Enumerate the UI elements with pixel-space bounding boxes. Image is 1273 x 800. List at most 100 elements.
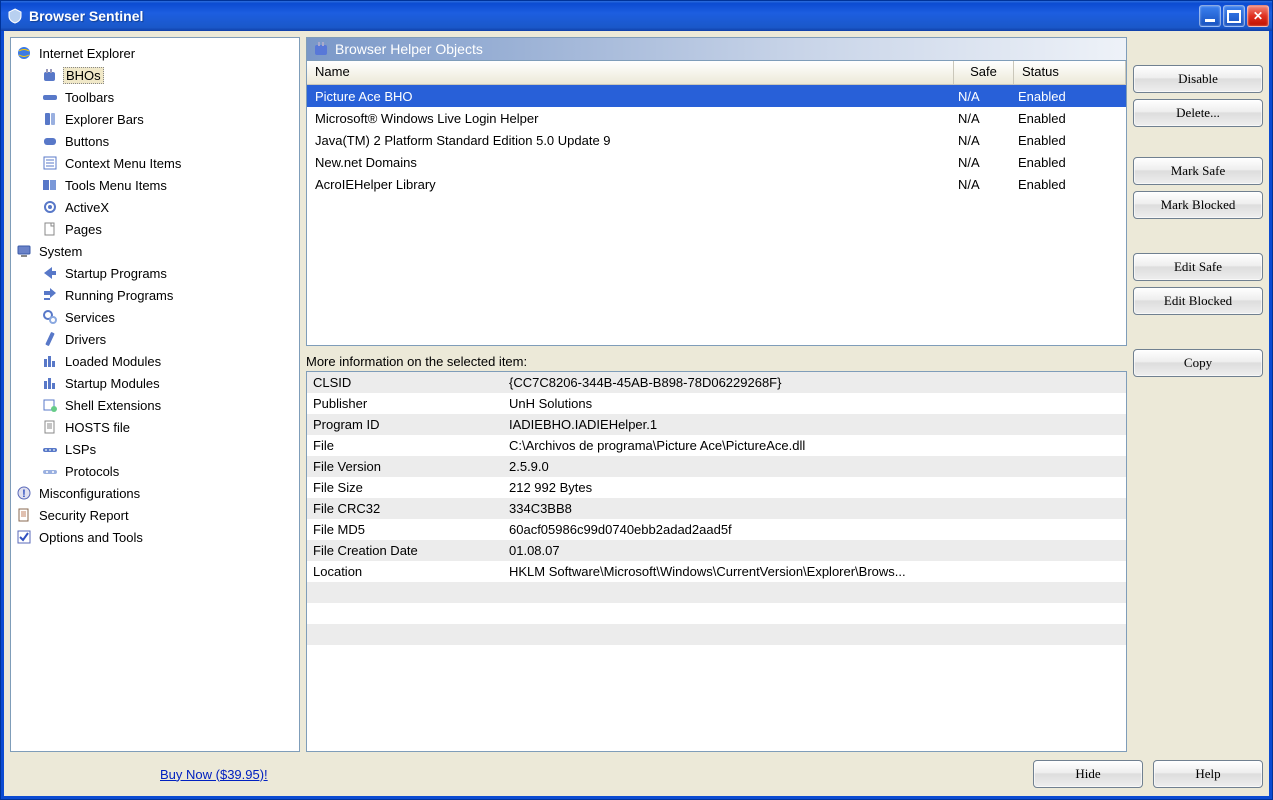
cell-safe: N/A <box>954 89 1014 104</box>
list-row[interactable]: Microsoft® Windows Live Login HelperN/AE… <box>307 107 1126 129</box>
mark-safe-button[interactable]: Mark Safe <box>1133 157 1263 185</box>
shellext-icon <box>41 397 59 413</box>
computer-icon <box>15 243 33 259</box>
tree-misconfigurations[interactable]: ! Misconfigurations <box>13 482 297 504</box>
loadedmod-icon <box>41 353 59 369</box>
navigation-tree[interactable]: Internet Explorer BHOs Toolbars Explorer B… <box>10 37 300 752</box>
activex-icon <box>41 199 59 215</box>
info-row[interactable]: File Version2.5.9.0 <box>307 456 1126 477</box>
tree-item-running[interactable]: Running Programs <box>13 284 297 306</box>
cell-status: Enabled <box>1014 111 1126 126</box>
tree-label: Startup Modules <box>63 376 162 391</box>
list-row[interactable]: AcroIEHelper LibraryN/AEnabled <box>307 173 1126 195</box>
contextmenu-icon <box>41 155 59 171</box>
tree-label: Buttons <box>63 134 111 149</box>
delete-button[interactable]: Delete... <box>1133 99 1263 127</box>
services-icon <box>41 309 59 325</box>
tree-label: Pages <box>63 222 104 237</box>
lsps-icon <box>41 441 59 457</box>
app-window: Browser Sentinel Internet Explorer BHOs T… <box>0 0 1273 800</box>
tree-label: Startup Programs <box>63 266 169 281</box>
info-row[interactable]: CLSID{CC7C8206-344B-45AB-B898-78D0622926… <box>307 372 1126 393</box>
info-value: {CC7C8206-344B-45AB-B898-78D06229268F} <box>505 375 1126 390</box>
maximize-button[interactable] <box>1223 5 1245 27</box>
tree-item-pages[interactable]: Pages <box>13 218 297 240</box>
disable-button[interactable]: Disable <box>1133 65 1263 93</box>
titlebar: Browser Sentinel <box>1 1 1272 31</box>
hide-button[interactable]: Hide <box>1033 760 1143 788</box>
minimize-button[interactable] <box>1199 5 1221 27</box>
tree-label: LSPs <box>63 442 98 457</box>
cell-safe: N/A <box>954 111 1014 126</box>
tree-label: Drivers <box>63 332 108 347</box>
content-area: Browser Helper Objects Name Safe Status … <box>306 37 1263 752</box>
list-row[interactable]: New.net DomainsN/AEnabled <box>307 151 1126 173</box>
tree-label: ActiveX <box>63 200 111 215</box>
tree-item-loadedmod[interactable]: Loaded Modules <box>13 350 297 372</box>
tree-item-contextmenu[interactable]: Context Menu Items <box>13 152 297 174</box>
col-status[interactable]: Status <box>1014 61 1126 84</box>
startup-icon <box>41 265 59 281</box>
list-row[interactable]: Picture Ace BHON/AEnabled <box>307 85 1126 107</box>
tree-item-toolbars[interactable]: Toolbars <box>13 86 297 108</box>
close-button[interactable] <box>1247 5 1269 27</box>
tree-item-bhos[interactable]: BHOs <box>13 64 297 86</box>
tree-label: Context Menu Items <box>63 156 183 171</box>
mark-blocked-button[interactable]: Mark Blocked <box>1133 191 1263 219</box>
cell-safe: N/A <box>954 155 1014 170</box>
protocols-icon <box>41 463 59 479</box>
tree-label: System <box>37 244 84 259</box>
info-row[interactable]: File Size212 992 Bytes <box>307 477 1126 498</box>
info-key: Location <box>307 564 505 579</box>
tree-item-toolsmenu[interactable]: Tools Menu Items <box>13 174 297 196</box>
tree-label: Toolbars <box>63 90 116 105</box>
tree-item-buttons[interactable]: Buttons <box>13 130 297 152</box>
info-row[interactable]: File CRC32334C3BB8 <box>307 498 1126 519</box>
tree-item-activex[interactable]: ActiveX <box>13 196 297 218</box>
tree-label: BHOs <box>63 67 104 84</box>
main-row: Internet Explorer BHOs Toolbars Explorer B… <box>10 37 1263 752</box>
tree-security-report[interactable]: Security Report <box>13 504 297 526</box>
info-row-empty <box>307 624 1126 645</box>
col-safe[interactable]: Safe <box>954 61 1014 84</box>
tree-item-startupmod[interactable]: Startup Modules <box>13 372 297 394</box>
tree-item-hosts[interactable]: HOSTS file <box>13 416 297 438</box>
tree-internet-explorer[interactable]: Internet Explorer <box>13 42 297 64</box>
bho-list[interactable]: Name Safe Status Picture Ace BHON/AEnabl… <box>306 60 1127 346</box>
tree-label: Protocols <box>63 464 121 479</box>
info-value: 01.08.07 <box>505 543 1126 558</box>
info-key: CLSID <box>307 375 505 390</box>
tree-item-shellext[interactable]: Shell Extensions <box>13 394 297 416</box>
cell-status: Enabled <box>1014 133 1126 148</box>
info-row[interactable]: FileC:\Archivos de programa\Picture Ace\… <box>307 435 1126 456</box>
tree-item-explorerbars[interactable]: Explorer Bars <box>13 108 297 130</box>
info-row[interactable]: PublisherUnH Solutions <box>307 393 1126 414</box>
checkbox-icon <box>15 529 33 545</box>
running-icon <box>41 287 59 303</box>
info-row-empty <box>307 645 1126 666</box>
info-row[interactable]: LocationHKLM Software\Microsoft\Windows\… <box>307 561 1126 582</box>
col-name[interactable]: Name <box>307 61 954 84</box>
tree-label: Misconfigurations <box>37 486 142 501</box>
tree-item-drivers[interactable]: Drivers <box>13 328 297 350</box>
tree-options-tools[interactable]: Options and Tools <box>13 526 297 548</box>
tree-item-protocols[interactable]: Protocols <box>13 460 297 482</box>
info-row[interactable]: File MD560acf05986c99d0740ebb2adad2aad5f <box>307 519 1126 540</box>
buy-now-link[interactable]: Buy Now ($39.95)! <box>160 767 268 782</box>
edit-safe-button[interactable]: Edit Safe <box>1133 253 1263 281</box>
tree-label: Security Report <box>37 508 131 523</box>
list-header: Name Safe Status <box>307 61 1126 85</box>
tree-item-lsps[interactable]: LSPs <box>13 438 297 460</box>
help-button[interactable]: Help <box>1153 760 1263 788</box>
tree-item-services[interactable]: Services <box>13 306 297 328</box>
info-table[interactable]: CLSID{CC7C8206-344B-45AB-B898-78D0622926… <box>306 371 1127 752</box>
info-row[interactable]: Program IDIADIEBHO.IADIEHelper.1 <box>307 414 1126 435</box>
tree-label: Options and Tools <box>37 530 145 545</box>
copy-button[interactable]: Copy <box>1133 349 1263 377</box>
tree-system[interactable]: System <box>13 240 297 262</box>
list-row[interactable]: Java(TM) 2 Platform Standard Edition 5.0… <box>307 129 1126 151</box>
info-row[interactable]: File Creation Date01.08.07 <box>307 540 1126 561</box>
pages-icon <box>41 221 59 237</box>
edit-blocked-button[interactable]: Edit Blocked <box>1133 287 1263 315</box>
tree-item-startup[interactable]: Startup Programs <box>13 262 297 284</box>
